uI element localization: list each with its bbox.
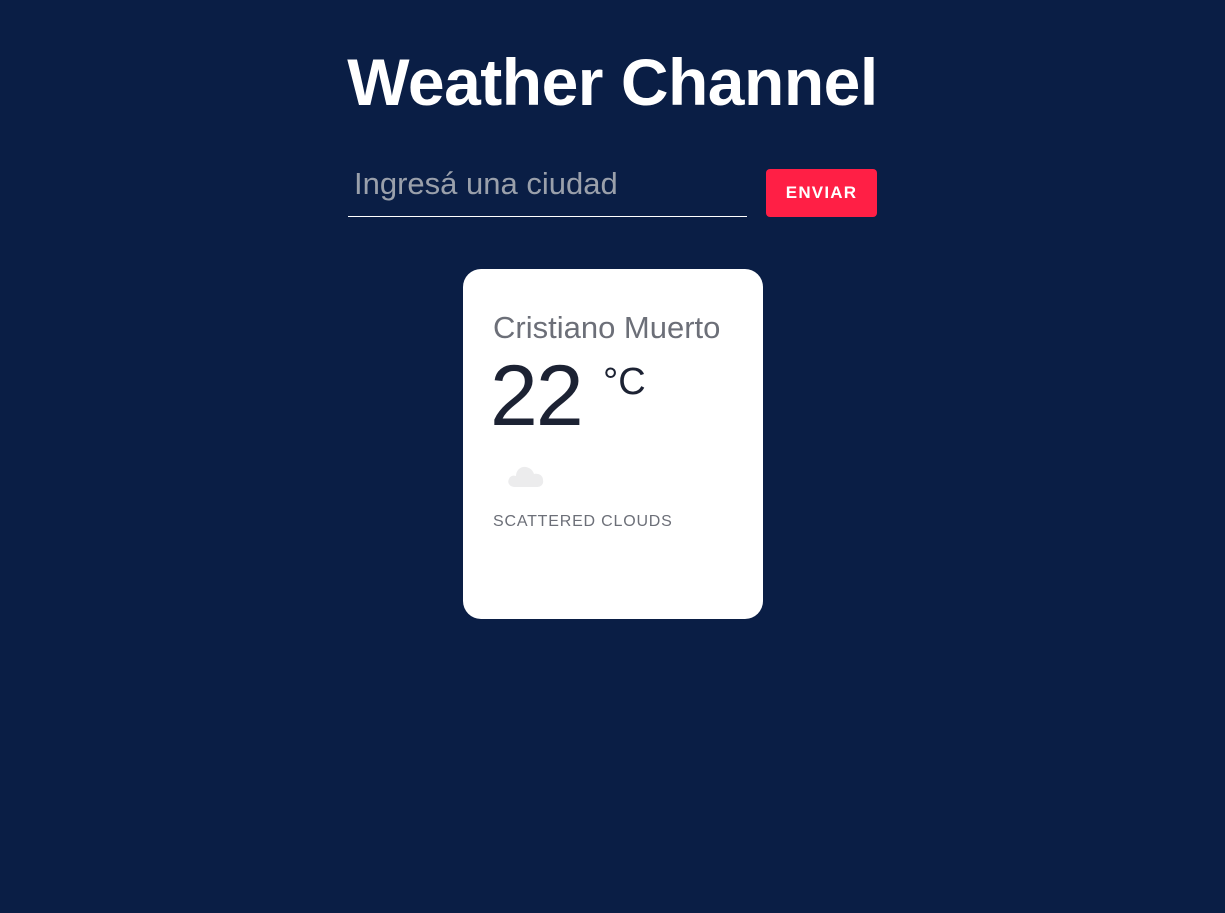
page: Weather Channel ENVIAR Cristiano Muerto … (0, 0, 1225, 913)
temperature-unit: °C (603, 361, 646, 403)
city-search-input[interactable] (348, 162, 747, 217)
cloud-icon (505, 459, 547, 491)
city-name: Cristiano Muerto (493, 310, 721, 345)
weather-description: SCATTERED CLOUDS (493, 513, 673, 530)
weather-card: Cristiano Muerto 22 °C SCATTERED CLOUDS (463, 269, 763, 619)
send-button[interactable]: ENVIAR (766, 169, 877, 217)
temperature-value: 22 (490, 348, 584, 444)
search-form: ENVIAR (348, 162, 888, 222)
page-title: Weather Channel (347, 45, 878, 119)
